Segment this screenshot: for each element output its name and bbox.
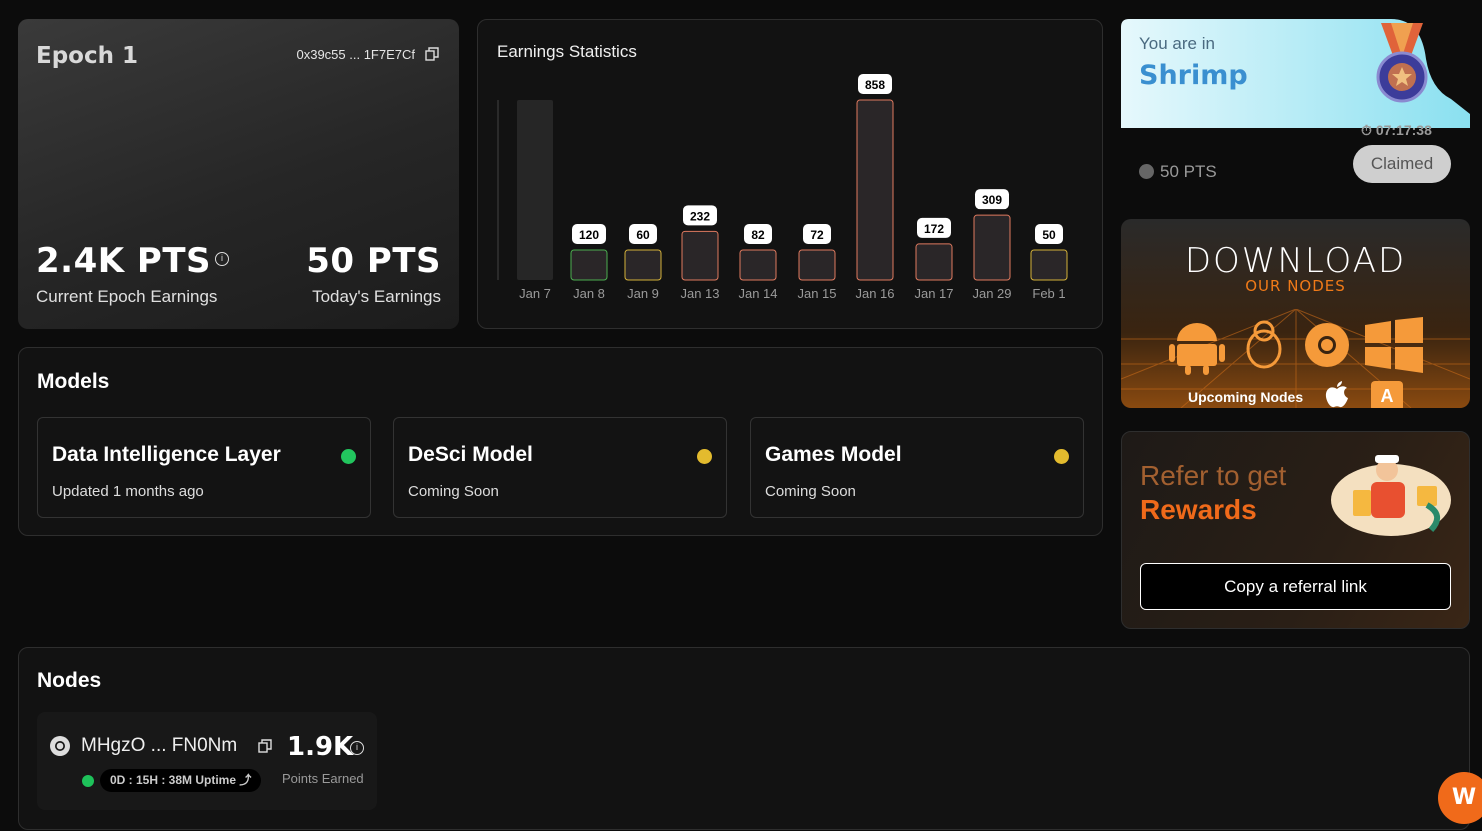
- download-subtitle: OUR NODES: [1245, 277, 1346, 295]
- medal-icon: [1376, 23, 1428, 103]
- apple-icon: [1325, 381, 1348, 408]
- android-icon: [1169, 323, 1225, 375]
- chrome-icon: [1305, 323, 1349, 367]
- current-epoch-earnings-label: Current Epoch Earnings: [36, 287, 218, 306]
- appstore-icon: A: [1371, 381, 1403, 408]
- model-status: Coming Soon: [408, 483, 499, 500]
- info-icon[interactable]: i: [215, 252, 229, 266]
- chart-data-label: 858: [865, 78, 885, 92]
- node-item[interactable]: MHgzO ... FN0Nm 1.9K i 0D : 15H : 38M Up…: [37, 712, 377, 810]
- node-uptime: 0D : 15H : 38M Uptime ⤴: [100, 769, 262, 792]
- chart-tick-label: Jan 7: [519, 286, 551, 301]
- chart-bar: [915, 243, 953, 281]
- models-card: Models Data Intelligence Layer Updated 1…: [18, 347, 1103, 536]
- points-earned-label: Points Earned: [282, 771, 364, 786]
- status-dot: [1054, 449, 1069, 464]
- upcoming-nodes-label: Upcoming Nodes: [1188, 389, 1304, 405]
- chart-tick-label: Feb 1: [1032, 286, 1065, 301]
- rank-tier: Shrimp: [1139, 60, 1248, 91]
- copy-icon[interactable]: [425, 47, 439, 61]
- chart-bar: [1030, 249, 1068, 281]
- chart-data-label: 60: [636, 228, 650, 242]
- refer-line1: Refer to get: [1140, 460, 1287, 491]
- chart-tick-label: Jan 29: [972, 286, 1011, 301]
- today-earnings-label: Today's Earnings: [312, 287, 441, 306]
- chart-tick-label: Jan 14: [738, 286, 777, 301]
- nodes-card: Nodes MHgzO ... FN0Nm 1.9K i 0D : 15H : …: [18, 647, 1470, 830]
- epoch-title: Epoch 1: [36, 43, 138, 69]
- chart-tick-label: Jan 16: [855, 286, 894, 301]
- chart-data-label: 309: [982, 193, 1002, 207]
- model-name: Games Model: [765, 443, 902, 466]
- model-card-desci[interactable]: DeSci Model Coming Soon: [393, 417, 727, 518]
- chart-tick-label: Jan 9: [627, 286, 659, 301]
- wallet-address: 0x39c55 ... 1F7E7Cf: [296, 47, 415, 62]
- node-uptime-text: 0D : 15H : 38M Uptime: [110, 773, 237, 787]
- chart-bar: [681, 230, 719, 281]
- claimed-button[interactable]: Claimed: [1353, 145, 1451, 183]
- node-online-dot: [82, 775, 94, 787]
- model-card-data-intelligence[interactable]: Data Intelligence Layer Updated 1 months…: [37, 417, 371, 518]
- copy-referral-link-button[interactable]: Copy a referral link: [1140, 563, 1451, 610]
- models-title: Models: [37, 370, 110, 393]
- chart-data-label: 120: [579, 228, 599, 242]
- chart-bar: [624, 249, 662, 281]
- chart-bar: [517, 100, 553, 280]
- current-epoch-earnings-value: 2.4K PTS: [36, 241, 212, 281]
- chart-data-label: 72: [810, 228, 824, 242]
- model-name: DeSci Model: [408, 443, 533, 466]
- coin-icon: [1139, 164, 1154, 179]
- rank-points: 50 PTS: [1139, 162, 1217, 182]
- status-dot: [341, 449, 356, 464]
- chart-bar: [856, 99, 894, 281]
- chart-tick-label: Jan 13: [680, 286, 719, 301]
- chart-data-label: 172: [924, 222, 944, 236]
- model-card-games[interactable]: Games Model Coming Soon: [750, 417, 1084, 518]
- download-title: DOWNLOAD: [1184, 241, 1407, 281]
- chart-tick-label: Jan 15: [797, 286, 836, 301]
- chart-data-label: 232: [690, 209, 710, 223]
- earnings-chart-card: Earnings Statistics Jan 7 120 Jan 8 60 Jan 9…: [477, 19, 1103, 329]
- claim-timer: ⏱ 07:17:38: [1361, 122, 1432, 138]
- status-dot: [697, 449, 712, 464]
- rank-card: You are in Shrimp ⏱ 07:17:38 50 PTS Clai…: [1121, 19, 1470, 189]
- model-status: Coming Soon: [765, 483, 856, 500]
- chart-bar: [798, 249, 836, 281]
- nodes-title: Nodes: [37, 669, 102, 692]
- refer-line2: Rewards: [1140, 494, 1257, 525]
- chrome-icon: [50, 736, 70, 756]
- download-banner[interactable]: DOWNLOAD OUR NODES Upcoming Nodes A: [1121, 219, 1470, 408]
- rank-label: You are in: [1139, 34, 1215, 53]
- node-points: 1.9K: [287, 732, 354, 762]
- windows-icon: [1365, 317, 1423, 373]
- node-id: MHgzO ... FN0Nm: [81, 735, 238, 756]
- chart-bar: [570, 249, 608, 281]
- arrow-icon: ⤴: [239, 773, 252, 787]
- copy-icon[interactable]: [258, 739, 272, 753]
- chart-tick-label: Jan 8: [573, 286, 605, 301]
- chart-bar-partial: [497, 100, 499, 280]
- floating-w-button[interactable]: W: [1438, 772, 1482, 824]
- chart-bar: [739, 249, 777, 281]
- refer-card: Refer to get Rewards Copy a referral lin…: [1121, 431, 1470, 629]
- info-icon[interactable]: i: [350, 741, 364, 755]
- rank-points-value: 50 PTS: [1160, 162, 1217, 181]
- refer-illustration: [1331, 455, 1451, 536]
- chart-bar: [973, 214, 1011, 281]
- earnings-chart: Jan 7 120 Jan 8 60 Jan 9 232 Jan 13 82 Jan 14 72 J…: [497, 74, 1068, 301]
- claim-timer-value: 07:17:38: [1375, 122, 1432, 138]
- chart-data-label: 50: [1042, 228, 1056, 242]
- linux-icon: [1246, 320, 1282, 369]
- chart-tick-label: Jan 17: [914, 286, 953, 301]
- today-earnings-value: 50 PTS: [306, 241, 441, 281]
- chart-data-label: 82: [751, 228, 765, 242]
- epoch-card: Epoch 1 0x39c55 ... 1F7E7Cf 2.4K PTS i 5…: [18, 19, 459, 329]
- model-status: Updated 1 months ago: [52, 483, 204, 500]
- model-name: Data Intelligence Layer: [52, 443, 281, 466]
